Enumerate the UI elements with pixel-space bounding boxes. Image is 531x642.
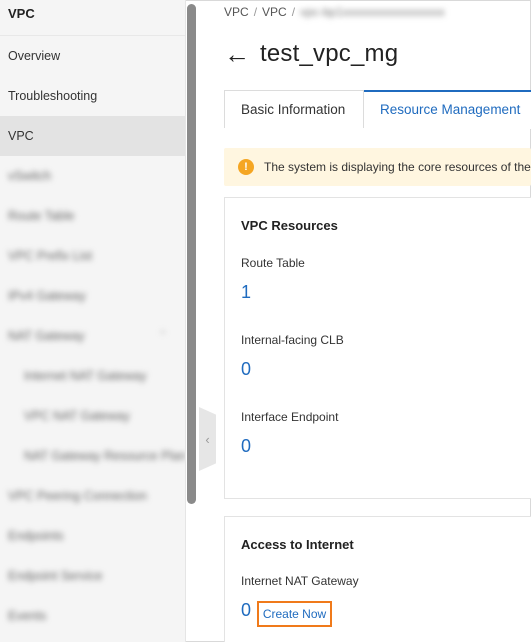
sidebar-item-endpoints[interactable]: Endpoints bbox=[0, 516, 185, 556]
breadcrumb: VPC / VPC / vpc-bp1xxxxxxxxxxxxxxxxx bbox=[224, 5, 445, 19]
vpc-resources-card: VPC Resources Route Table 1 Internal-fac… bbox=[224, 197, 531, 499]
vpc-resources-title: VPC Resources bbox=[241, 218, 338, 233]
interface-endpoint-count[interactable]: 0 bbox=[241, 436, 251, 457]
sidebar-item-vpc-peering-connection[interactable]: VPC Peering Connection bbox=[0, 476, 185, 516]
breadcrumb-separator: / bbox=[253, 5, 258, 19]
sidebar-item-events[interactable]: Events bbox=[0, 596, 185, 636]
title-row: ← test_vpc_mg bbox=[224, 40, 398, 68]
breadcrumb-item-vpc-id: vpc-bp1xxxxxxxxxxxxxxxxx bbox=[300, 5, 445, 19]
sidebar-item-label: Endpoints bbox=[8, 529, 64, 543]
chevron-up-icon: ⌃ bbox=[158, 330, 167, 341]
sidebar-item-vpc[interactable]: VPC bbox=[0, 116, 185, 156]
internet-access-title: Access to Internet bbox=[241, 537, 354, 552]
sidebar-item-endpoint-service[interactable]: Endpoint Service bbox=[0, 556, 185, 596]
sidebar-collapse-handle[interactable]: ‹ bbox=[199, 407, 216, 471]
internal-clb-label: Internal-facing CLB bbox=[241, 333, 344, 347]
sidebar-item-label: IPv4 Gateway bbox=[8, 289, 86, 303]
sidebar-item-label: NAT Gateway Resource Plan bbox=[24, 449, 186, 463]
sidebar-item-label: Events bbox=[8, 609, 47, 623]
breadcrumb-item-vpc[interactable]: VPC bbox=[262, 5, 287, 19]
sidebar-item-label: Endpoint Service bbox=[8, 569, 103, 583]
sidebar-item-label: VPC NAT Gateway bbox=[24, 409, 130, 423]
sidebar-item-label: VPC Prefix List bbox=[8, 249, 93, 263]
breadcrumb-item-vpc-root[interactable]: VPC bbox=[224, 5, 249, 19]
internal-clb-count[interactable]: 0 bbox=[241, 359, 251, 380]
interface-endpoint-label: Interface Endpoint bbox=[241, 410, 339, 424]
tab-bar: Basic Information Resource Management bbox=[224, 90, 531, 129]
sidebar-item-vswitch[interactable]: vSwitch bbox=[0, 156, 185, 196]
create-now-link[interactable]: Create Now bbox=[257, 601, 332, 627]
sidebar-item-overview[interactable]: Overview bbox=[0, 36, 185, 76]
sidebar-item-vpc-nat-gateway[interactable]: VPC NAT Gateway bbox=[0, 396, 185, 436]
sidebar-item-ipv4-gateway[interactable]: IPv4 Gateway bbox=[0, 276, 185, 316]
sidebar-nav: Overview Troubleshooting VPC vSwitch Route T… bbox=[0, 36, 185, 636]
page-title: test_vpc_mg bbox=[260, 40, 399, 67]
sidebar-item-label: VPC Peering Connection bbox=[8, 489, 147, 503]
internet-nat-label: Internet NAT Gateway bbox=[241, 574, 359, 588]
sidebar-item-nat-gateway-resource-plan[interactable]: NAT Gateway Resource Plan bbox=[0, 436, 185, 476]
tab-basic-information[interactable]: Basic Information bbox=[224, 90, 364, 128]
sidebar-item-troubleshooting[interactable]: Troubleshooting bbox=[0, 76, 185, 116]
internet-access-card: Access to Internet Internet NAT Gateway … bbox=[224, 516, 531, 642]
sidebar-item-label: VPC bbox=[8, 129, 34, 143]
sidebar-title: VPC bbox=[0, 0, 185, 36]
tab-resource-management[interactable]: Resource Management bbox=[364, 90, 531, 129]
breadcrumb-separator: / bbox=[291, 5, 296, 19]
chevron-left-icon: ‹ bbox=[205, 431, 210, 447]
info-alert: ! The system is displaying the core reso… bbox=[224, 148, 531, 186]
back-arrow-icon[interactable]: ← bbox=[224, 41, 250, 67]
route-table-count[interactable]: 1 bbox=[241, 282, 251, 303]
alert-text: The system is displaying the core resour… bbox=[264, 160, 531, 174]
sidebar-item-label: vSwitch bbox=[8, 169, 52, 183]
internet-nat-count[interactable]: 0 bbox=[241, 600, 251, 621]
sidebar-item-label: Internet NAT Gateway bbox=[24, 369, 147, 383]
route-table-label: Route Table bbox=[241, 256, 305, 270]
sidebar-scrollbar[interactable] bbox=[187, 4, 196, 504]
sidebar-item-label: NAT Gateway bbox=[8, 329, 85, 343]
sidebar-item-internet-nat-gateway[interactable]: Internet NAT Gateway bbox=[0, 356, 185, 396]
main-content: VPC / VPC / vpc-bp1xxxxxxxxxxxxxxxxx ← test_… bbox=[224, 0, 531, 642]
sidebar-item-label: Troubleshooting bbox=[8, 89, 98, 103]
sidebar: VPC Overview Troubleshooting VPC vSwitch Rou… bbox=[0, 0, 186, 642]
sidebar-item-label: Overview bbox=[8, 49, 61, 63]
warning-icon: ! bbox=[238, 159, 254, 175]
sidebar-item-label: Route Table bbox=[8, 209, 75, 223]
sidebar-item-vpc-prefix-list[interactable]: VPC Prefix List bbox=[0, 236, 185, 276]
sidebar-item-route-table[interactable]: Route Table bbox=[0, 196, 185, 236]
sidebar-item-nat-gateway[interactable]: NAT Gateway ⌃ bbox=[0, 316, 185, 356]
